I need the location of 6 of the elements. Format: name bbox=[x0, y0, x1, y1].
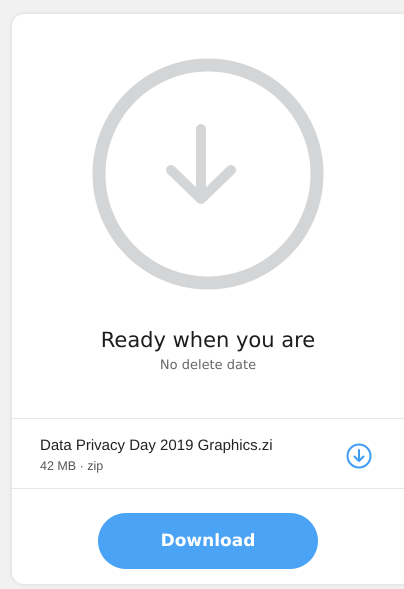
download-icon[interactable] bbox=[346, 442, 372, 468]
status-subtitle: No delete date bbox=[160, 358, 256, 373]
file-name: Data Privacy Day 2019 Graphics.zi bbox=[40, 436, 274, 454]
file-meta: 42 MB · zip bbox=[40, 458, 104, 472]
status-title: Ready when you are bbox=[100, 328, 316, 352]
download-button[interactable]: Download bbox=[98, 513, 318, 569]
